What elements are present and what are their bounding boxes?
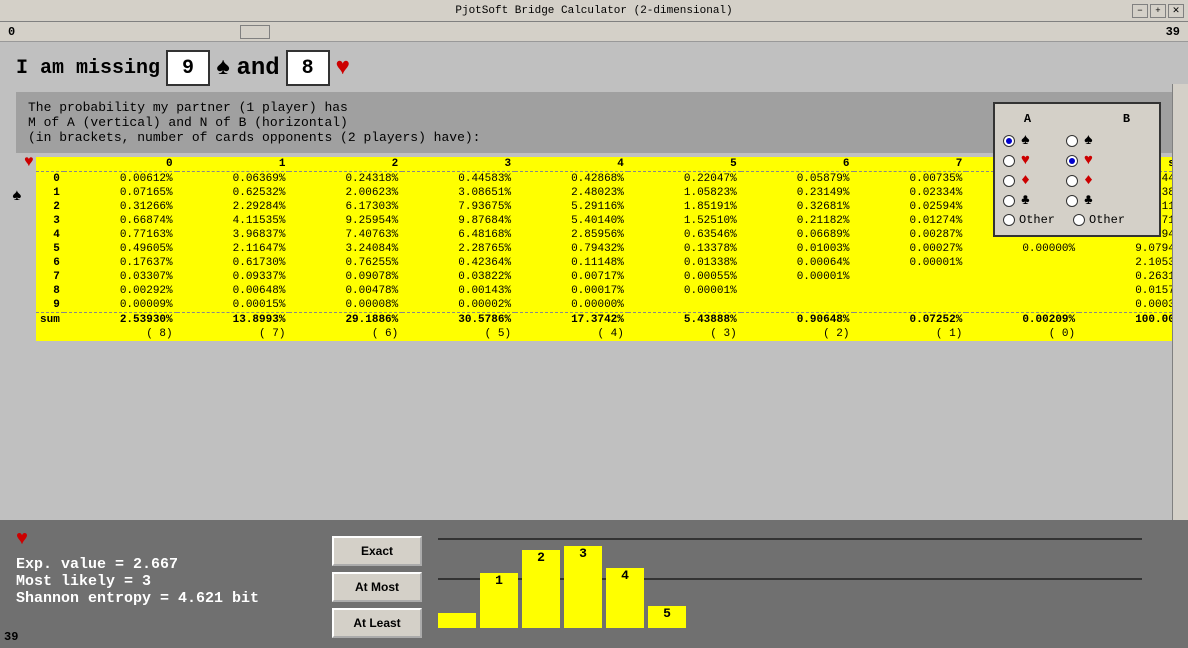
maximize-button[interactable]: + [1150,4,1166,18]
scroll-right-num: 39 [1166,25,1180,39]
club-icon-a: ♣ [1021,192,1030,209]
radio-b-club[interactable] [1066,195,1078,207]
radio-a-spade[interactable] [1003,135,1015,147]
col-a-label: A [1024,112,1031,126]
radio-b-other[interactable] [1073,214,1085,226]
chart-bar-4: 4 [606,568,644,628]
right-scrollbar[interactable] [1172,84,1188,520]
chart-bars: 1 2 3 4 5 [438,538,686,628]
radio-a-diamond[interactable] [1003,175,1015,187]
bottom-left-number: 39 [4,630,18,644]
table-row: 50.49605%2.11647%3.24084%2.28765%0.79432… [36,242,1188,256]
table-row: 60.17637%0.61730%0.76255%0.42364%0.11148… [36,256,1188,270]
diamond-icon-a: ♦ [1021,172,1030,189]
radio-a-club[interactable] [1003,195,1015,207]
radio-a-heart[interactable] [1003,155,1015,167]
radio-a-other[interactable] [1003,214,1015,226]
chart-bar-5: 5 [648,606,686,628]
heart-icon-b: ♥ [1084,152,1093,169]
description-line3: (in brackets, number of cards opponents … [28,130,1160,145]
at-least-button[interactable]: At Least [332,608,422,638]
table-row: 70.03307%0.09337%0.09078%0.03822%0.00717… [36,270,1188,284]
most-likely-text: Most likely = 3 [16,573,316,590]
card-selector-box: A B ♠ ♠ ♥ ♥ ♦ ♦ [993,102,1161,237]
col-b-label: B [1123,112,1130,126]
table-sum-row: sum2.53930%13.8993%29.1886%30.5786%17.37… [36,313,1188,328]
chart-area: 1 2 3 4 5 [438,528,1172,638]
diamond-icon-b: ♦ [1084,172,1093,189]
spade-icon-a: ♠ [1021,132,1030,149]
and-text: and [236,55,279,82]
other-label-b: Other [1089,213,1125,227]
header-prefix: I am missing [16,57,160,80]
exact-button[interactable]: Exact [332,536,422,566]
chart-bar-2: 2 [522,550,560,628]
spade-icon-b: ♠ [1084,132,1093,149]
suit-row-heart: ♥ ♥ [1003,152,1151,169]
table-row: 80.00292%0.00648%0.00478%0.00143%0.00017… [36,284,1188,298]
heart-icon-a: ♥ [1021,152,1030,169]
missing-cards-header: I am missing 9 ♠ and 8 ♥ [8,46,1180,90]
close-button[interactable]: ✕ [1168,4,1184,18]
radio-b-diamond[interactable] [1066,175,1078,187]
chart-bar-3: 3 [564,546,602,628]
exp-value-text: Exp. value = 2.667 [16,556,316,573]
card-selector-panel: A B ♠ ♠ ♥ ♥ ♦ ♦ [993,102,1168,237]
chart-bar-0 [438,613,476,628]
suit-a-icon: ♠ [216,55,230,82]
suit-row-spade: ♠ ♠ [1003,132,1151,149]
scroll-left-num: 0 [8,25,15,39]
spade-suit-header: ♠ [12,187,22,205]
bottom-panel: ♥ Exp. value = 2.667 Most likely = 3 Sha… [0,520,1188,648]
at-most-button[interactable]: At Most [332,572,422,602]
chart-bar-1: 1 [480,573,518,628]
card-a-input[interactable]: 9 [166,50,210,86]
suit-row-club: ♣ ♣ [1003,192,1151,209]
radio-b-heart[interactable] [1066,155,1078,167]
bottom-heart-icon: ♥ [16,528,28,551]
top-scrollbar[interactable]: 0 39 [0,22,1188,42]
description-line2: M of A (vertical) and N of B (horizontal… [28,115,1160,130]
club-icon-b: ♣ [1084,192,1093,209]
description-line1: The probability my partner (1 player) ha… [28,100,1160,115]
other-label-a: Other [1019,213,1055,227]
entropy-text: Shannon entropy = 4.621 bit [16,590,316,607]
suit-b-icon: ♥ [336,55,350,82]
radio-b-spade[interactable] [1066,135,1078,147]
scroll-thumb[interactable] [240,25,270,39]
suit-row-diamond: ♦ ♦ [1003,172,1151,189]
card-b-input[interactable]: 8 [286,50,330,86]
window-title: PjotSoft Bridge Calculator (2-dimensiona… [455,5,732,17]
table-brackets-row: ( 8)( 7)( 6)( 5)( 4)( 3)( 2)( 1)( 0) [36,327,1188,341]
minimize-button[interactable]: − [1132,4,1148,18]
table-row: 90.00009%0.00015%0.00008%0.00002%0.00000… [36,298,1188,313]
title-bar: PjotSoft Bridge Calculator (2-dimensiona… [0,0,1188,22]
heart-suit-header: ♥ [24,153,34,171]
